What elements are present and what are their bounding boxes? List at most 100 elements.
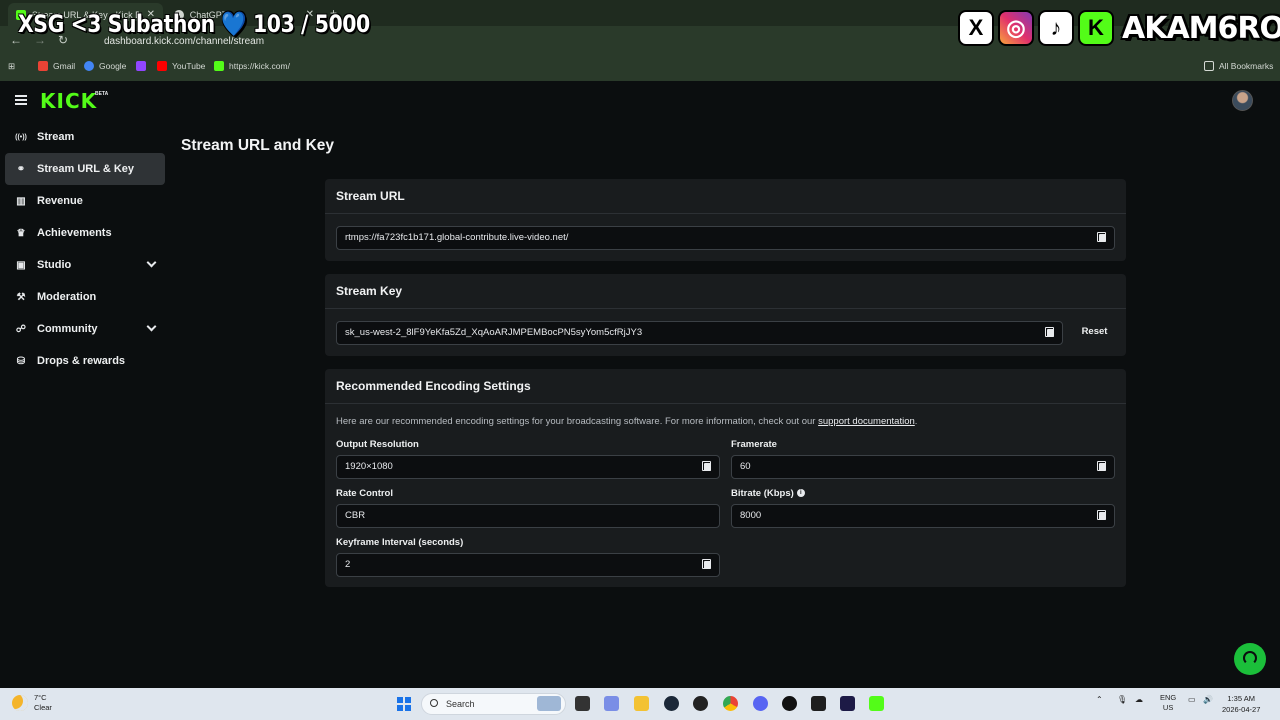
- apps-grid-icon[interactable]: ⊞: [8, 61, 15, 72]
- sidebar-item-moderation[interactable]: ⚒ Moderation: [5, 281, 165, 313]
- taskbar: 7°C Clear Search ⌃ 🎙 ☁ ENG US ▭ 🔊 1:35 A…: [0, 688, 1280, 720]
- output-resolution-label: Output Resolution: [336, 439, 419, 450]
- chevron-down-icon[interactable]: [146, 257, 157, 268]
- all-bookmarks[interactable]: All Bookmarks: [1204, 61, 1273, 71]
- cloud-icon[interactable]: ☁: [1135, 695, 1143, 704]
- sidebar-item-label: Moderation: [37, 291, 97, 303]
- search-icon: [430, 699, 438, 707]
- windows-start-icon[interactable]: [397, 697, 411, 711]
- chart-icon: ▥: [16, 195, 26, 207]
- kick-app-icon[interactable]: [869, 696, 884, 711]
- copy-icon[interactable]: [702, 559, 711, 569]
- kick-logo-icon: K: [1078, 10, 1114, 46]
- sidebar-item-achievements[interactable]: ♛ Achievements: [5, 217, 165, 249]
- page-title: Stream URL and Key: [181, 137, 335, 154]
- bookmark-google[interactable]: Google: [84, 61, 126, 71]
- stream-key-value: sk_us-west-2_8lF9YeKfa5Zd_XqAoARJMPEMBoc…: [345, 327, 643, 338]
- clock[interactable]: 1:35 AM 2026-04-27: [1222, 693, 1260, 715]
- twitch-icon: [136, 61, 146, 71]
- stream-url-heading: Stream URL: [325, 179, 1126, 214]
- bookmark-youtube[interactable]: YouTube: [157, 61, 205, 71]
- game-app-icon[interactable]: [604, 696, 619, 711]
- sidebar-item-drops-rewards[interactable]: ⛁ Drops & rewards: [5, 345, 165, 377]
- sidebar-item-studio[interactable]: ▣ Studio: [5, 249, 165, 281]
- sidebar-item-label: Studio: [37, 259, 72, 271]
- bitrate-value: 8000: [740, 510, 762, 521]
- broadcast-icon: ((•)): [15, 133, 27, 141]
- top-bar: KICK BETA: [0, 81, 1280, 121]
- keyframe-interval-field[interactable]: 2: [336, 553, 720, 577]
- steam-icon[interactable]: [664, 696, 679, 711]
- monitor-icon[interactable]: ▭: [1188, 695, 1196, 704]
- framerate-field[interactable]: 60: [731, 455, 1115, 479]
- subathon-count: 103 / 5000: [253, 10, 370, 38]
- sidebar-item-revenue[interactable]: ▥ Revenue: [5, 185, 165, 217]
- microphone-icon[interactable]: 🎙: [1117, 695, 1127, 704]
- task-view-icon[interactable]: [575, 696, 590, 711]
- copy-icon[interactable]: [1097, 461, 1106, 471]
- copy-icon[interactable]: [702, 461, 711, 471]
- bookmark-gmail[interactable]: Gmail: [38, 61, 75, 71]
- weather-text: 7°C Clear: [34, 693, 52, 713]
- sidebar-item-stream[interactable]: ((•)) Stream: [5, 121, 165, 153]
- output-resolution-field[interactable]: 1920×1080: [336, 455, 720, 479]
- heart-icon: 💙: [221, 10, 247, 38]
- weather-desc: Clear: [34, 703, 52, 712]
- chrome-icon[interactable]: [723, 696, 738, 711]
- moon-icon: [12, 695, 28, 711]
- sidebar-item-label: Drops & rewards: [37, 355, 126, 367]
- bookmark-kick[interactable]: https://kick.com/: [214, 61, 290, 71]
- search-highlight-icon: [537, 696, 561, 711]
- tiktok-logo-icon: ♪: [1038, 10, 1074, 46]
- chevron-up-icon[interactable]: ⌃: [1096, 695, 1103, 704]
- sidebar-item-label: Stream URL & Key: [37, 163, 134, 175]
- instagram-logo-icon: ◎: [998, 10, 1034, 46]
- socials-overlay: X ◎ ♪ K AKAM6RO: [958, 8, 1280, 48]
- support-chat-button[interactable]: [1234, 643, 1266, 675]
- volume-icon[interactable]: 🔊: [1203, 695, 1213, 704]
- obs-icon[interactable]: [693, 696, 708, 711]
- info-icon[interactable]: i: [796, 489, 805, 498]
- kick-icon: [214, 61, 224, 71]
- hamburger-menu-icon[interactable]: [15, 95, 27, 105]
- stream-key-card: Stream Key sk_us-west-2_8lF9YeKfa5Zd_XqA…: [325, 274, 1126, 356]
- bookmark-label: All Bookmarks: [1219, 61, 1274, 71]
- bookmark-label: https://kick.com/: [229, 61, 290, 71]
- rate-control-field[interactable]: CBR: [336, 504, 720, 528]
- output-resolution-value: 1920×1080: [345, 461, 393, 472]
- folder-icon: [1204, 61, 1214, 71]
- discord-icon[interactable]: [753, 696, 768, 711]
- copy-icon[interactable]: [1097, 232, 1106, 242]
- sidebar-item-label: Achievements: [37, 227, 112, 239]
- premiere-icon[interactable]: [840, 696, 855, 711]
- 4k-app-icon[interactable]: [811, 696, 826, 711]
- copy-icon[interactable]: [1097, 510, 1106, 520]
- stream-url-value: rtmps://fa723fc1b171.global-contribute.l…: [345, 232, 569, 243]
- sidebar-item-stream-url-key[interactable]: ⚭ Stream URL & Key: [5, 153, 165, 185]
- kick-logo[interactable]: KICK: [40, 89, 97, 113]
- bitrate-label: Bitrate (Kbps) i: [731, 488, 805, 499]
- weather-temp: 7°C: [34, 693, 47, 702]
- bitrate-field[interactable]: 8000: [731, 504, 1115, 528]
- link-icon: ⚭: [16, 163, 26, 175]
- copy-icon[interactable]: [1045, 327, 1054, 337]
- sidebar-item-label: Stream: [37, 131, 75, 143]
- sidebar-item-label: Revenue: [37, 195, 83, 207]
- weather-widget[interactable]: 7°C Clear: [12, 693, 52, 713]
- date-text: 2026-04-27: [1222, 705, 1261, 714]
- file-explorer-icon[interactable]: [634, 696, 649, 711]
- bookmark-twitch[interactable]: [136, 61, 151, 71]
- google-icon: [84, 61, 94, 71]
- app-icon[interactable]: [782, 696, 797, 711]
- sidebar-item-community[interactable]: ☍ Community: [5, 313, 165, 345]
- stream-key-field[interactable]: sk_us-west-2_8lF9YeKfa5Zd_XqAoARJMPEMBoc…: [336, 321, 1063, 345]
- framerate-label: Framerate: [731, 439, 777, 450]
- chevron-down-icon[interactable]: [146, 321, 157, 332]
- support-documentation-link[interactable]: support documentation: [818, 416, 915, 427]
- description-text: Here are our recommended encoding settin…: [336, 416, 819, 427]
- user-avatar[interactable]: [1232, 90, 1253, 111]
- stream-url-field[interactable]: rtmps://fa723fc1b171.global-contribute.l…: [336, 226, 1115, 250]
- reset-key-button[interactable]: Reset: [1072, 321, 1117, 343]
- sidebar: ((•)) Stream ⚭ Stream URL & Key ▥ Revenu…: [0, 121, 170, 377]
- language-indicator[interactable]: ENG US: [1160, 693, 1176, 713]
